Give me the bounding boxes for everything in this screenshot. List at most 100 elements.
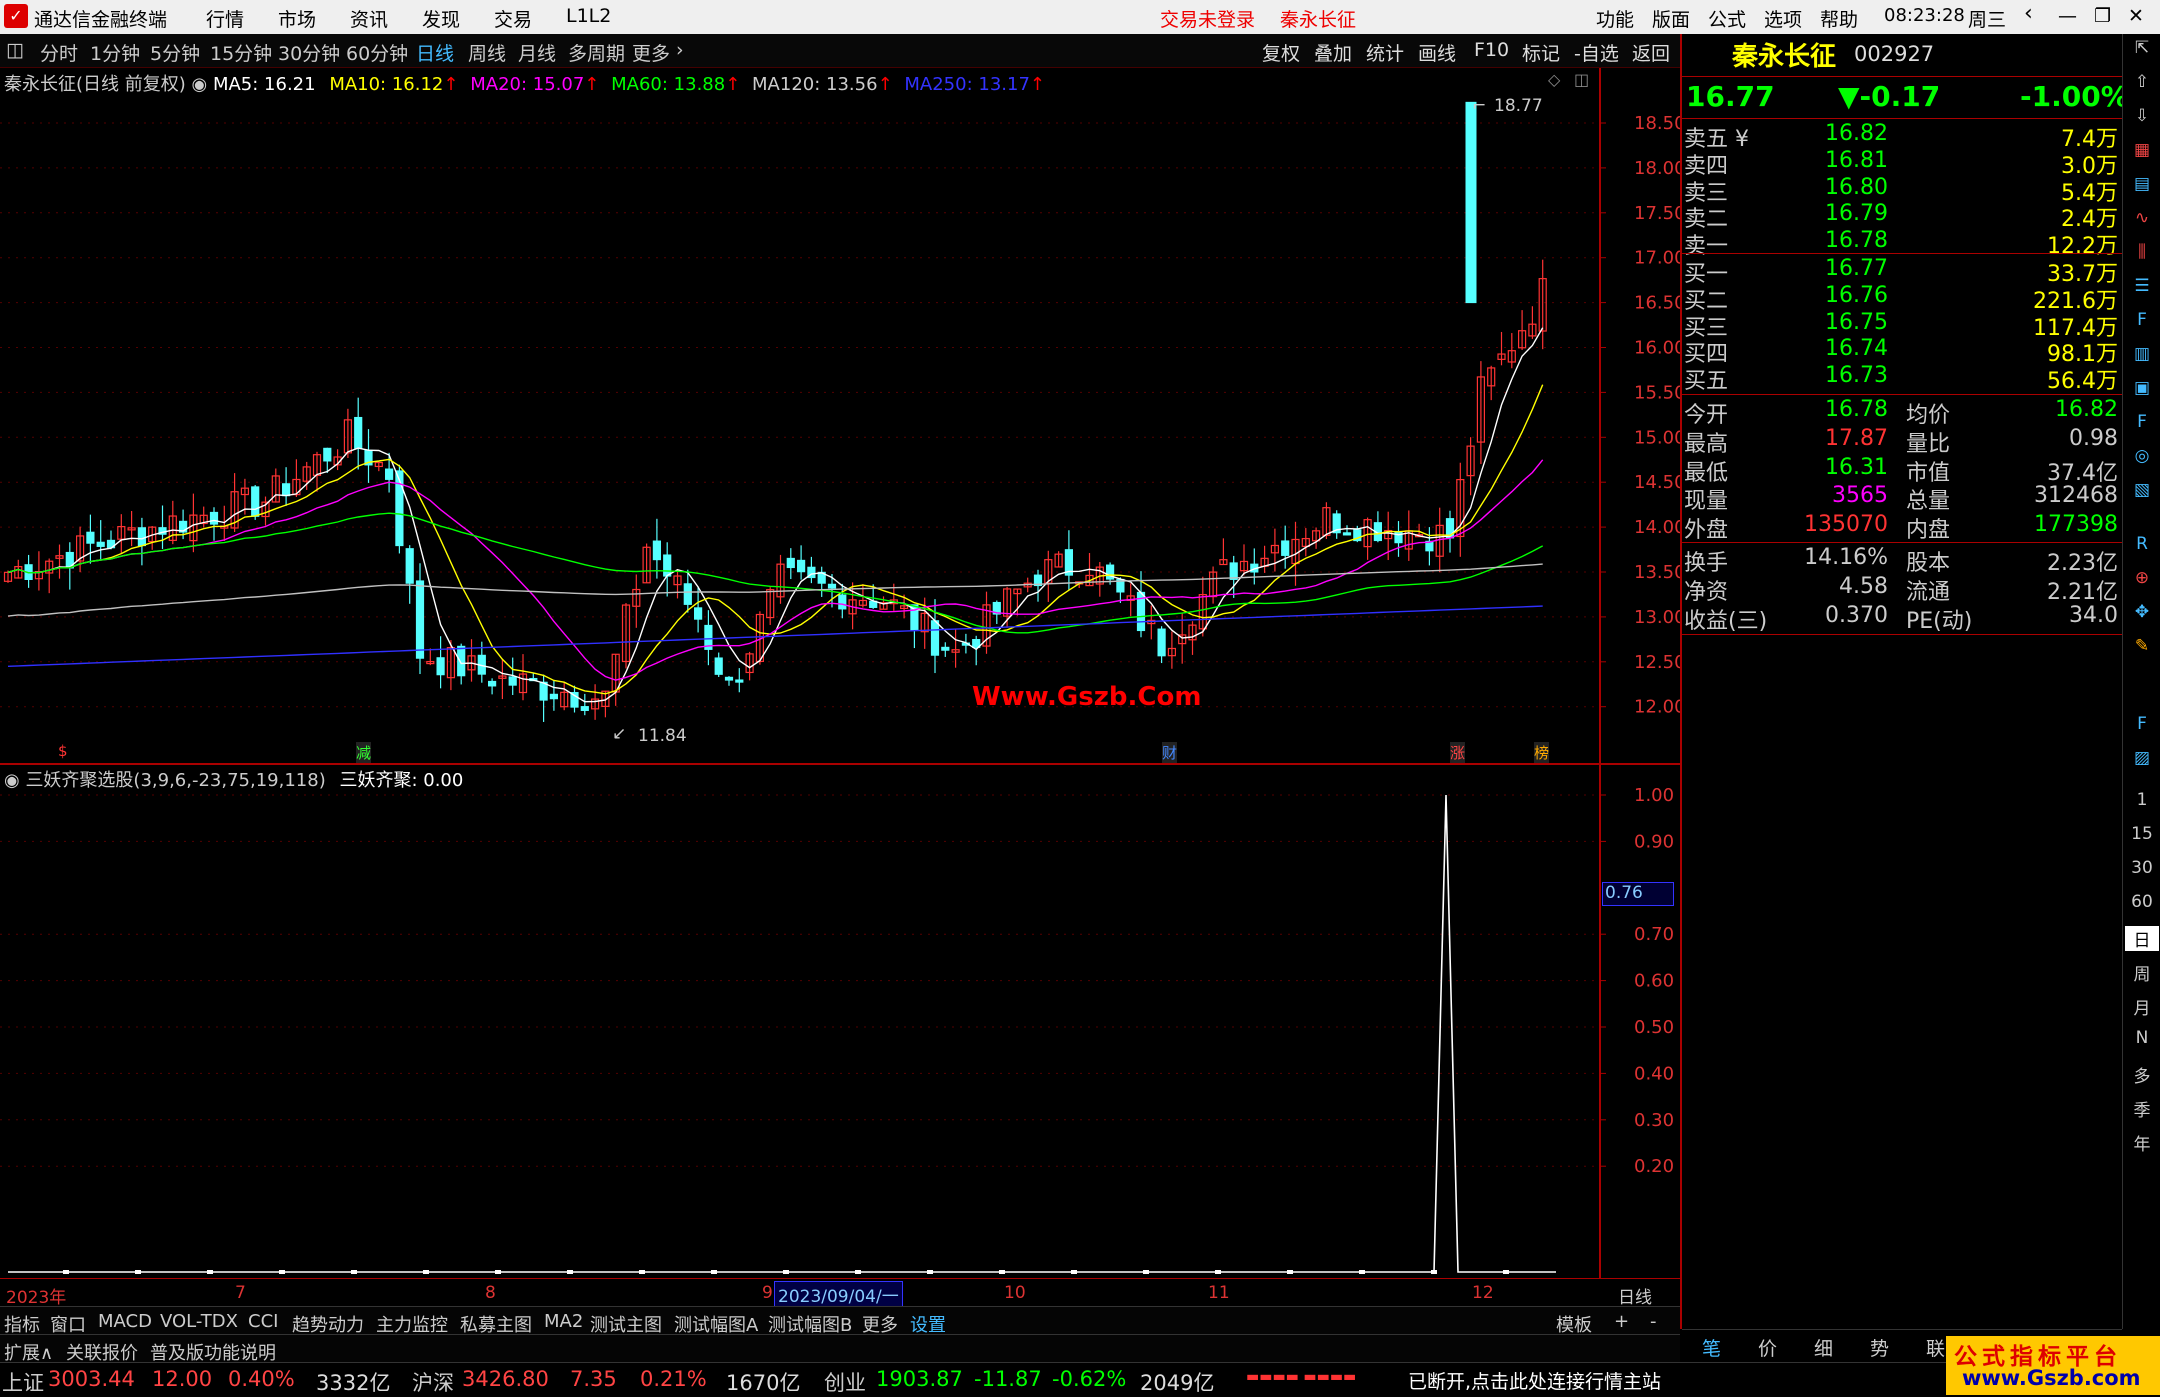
image-icon[interactable]: ▨ — [2125, 748, 2159, 768]
diamond-icon[interactable]: ◇ — [1548, 70, 1560, 89]
period-60min[interactable]: 60分钟 — [346, 39, 408, 66]
menu-banmian[interactable]: 版面 — [1652, 5, 1690, 32]
tab-add[interactable]: + — [1614, 1311, 1629, 1332]
stat-row[interactable]: 现量 3565 总量 312468 — [1682, 483, 2122, 514]
menu-xuanxiang[interactable]: 选项 — [1764, 5, 1802, 32]
line-chart-icon[interactable]: ∿ — [2125, 208, 2159, 228]
arrow-up-left-icon[interactable]: ⇱ — [2125, 38, 2159, 58]
menu-l1l2[interactable]: L1L2 — [566, 5, 611, 27]
rsi-icon[interactable]: R — [2125, 534, 2159, 554]
menu-zixun[interactable]: 资讯 — [350, 5, 388, 32]
side-period-year[interactable]: 年 — [2125, 1130, 2159, 1155]
subtab-jia[interactable]: 价 — [1758, 1334, 1777, 1361]
tool-huaxian[interactable]: 画线 — [1418, 39, 1456, 66]
tool-diejia[interactable]: 叠加 — [1314, 39, 1352, 66]
stat-row[interactable]: 净资 4.58 流通 2.21亿 — [1682, 574, 2122, 605]
event-mark-bang[interactable]: 榜 — [1534, 742, 1550, 763]
side-period-season[interactable]: 季 — [2125, 1096, 2159, 1121]
ask-row[interactable]: 卖三 16.80 5.4万 — [1682, 175, 2122, 206]
index-hs-label[interactable]: 沪深 — [412, 1367, 454, 1397]
tab-cci[interactable]: CCI — [248, 1311, 278, 1332]
chart-icon[interactable]: ▦ — [2125, 140, 2159, 160]
period-monthly[interactable]: 月线 — [518, 39, 556, 66]
side-period-week[interactable]: 周 — [2125, 960, 2159, 985]
bid-row[interactable]: 买一 16.77 33.7万 — [1682, 256, 2122, 287]
tab-macd[interactable]: MACD — [98, 1311, 152, 1332]
move-icon[interactable]: ✥ — [2125, 602, 2159, 622]
ma-toggle-icon[interactable]: ◉ — [192, 74, 213, 95]
stat-row[interactable]: 今开 16.78 均价 16.82 — [1682, 397, 2122, 428]
pencil-icon[interactable]: ✎ — [2125, 636, 2159, 656]
period-1min[interactable]: 1分钟 — [90, 39, 140, 66]
arrow-up-icon[interactable]: ⇧ — [2125, 72, 2159, 92]
candle-icon[interactable]: ⫼ — [2125, 242, 2159, 262]
side-period-multi[interactable]: 多 — [2125, 1062, 2159, 1087]
period-more[interactable]: 更多 — [632, 39, 670, 66]
period-weekly[interactable]: 周线 — [468, 39, 506, 66]
bid-row[interactable]: 买四 16.74 98.1万 — [1682, 336, 2122, 367]
arrow-down-icon[interactable]: ⇩ — [2125, 106, 2159, 126]
period-15min[interactable]: 15分钟 — [210, 39, 272, 66]
tool-fanhui[interactable]: 返回 — [1632, 39, 1670, 66]
table-icon[interactable]: ▥ — [2125, 344, 2159, 364]
panel-icon[interactable]: ◫ — [1574, 70, 1589, 89]
stat-row[interactable]: 最高 17.87 量比 0.98 — [1682, 426, 2122, 457]
event-mark-cai[interactable]: 财 — [1162, 742, 1178, 763]
f2-icon[interactable]: F — [2125, 412, 2159, 432]
target-icon[interactable]: ◎ — [2125, 446, 2159, 466]
layout-toggle-icon[interactable]: ◫ — [6, 39, 24, 61]
tab-remove[interactable]: - — [1650, 1311, 1657, 1332]
kline-canvas[interactable]: 18.50 18.00 17.50 17.00 16.50 16.00 15.50 15.00… — [0, 68, 1680, 765]
bid-row[interactable]: 买三 16.75 117.4万 — [1682, 310, 2122, 341]
event-mark-dollar[interactable]: $ — [58, 742, 68, 760]
bid-row[interactable]: 买二 16.76 221.6万 — [1682, 283, 2122, 314]
period-30min[interactable]: 30分钟 — [278, 39, 340, 66]
close-icon[interactable]: ✕ — [2128, 5, 2144, 27]
list-icon[interactable]: ☰ — [2125, 276, 2159, 296]
kline-chart[interactable]: 18.50 18.00 17.50 17.00 16.50 16.00 15.50 15.00… — [0, 68, 1680, 765]
menu-jiaoyi[interactable]: 交易 — [494, 5, 532, 32]
side-period-month[interactable]: 月 — [2125, 994, 2159, 1019]
minimize-icon[interactable]: — — [2058, 5, 2077, 27]
side-period-1[interactable]: 1 — [2125, 790, 2159, 810]
indicator-toggle-icon[interactable]: ◉ — [4, 770, 25, 791]
menu-faxian[interactable]: 发现 — [422, 5, 460, 32]
side-period-60[interactable]: 60 — [2125, 892, 2159, 912]
book-icon[interactable]: ▧ — [2125, 480, 2159, 500]
login-status[interactable]: 交易未登录 — [1160, 5, 1255, 32]
period-5min[interactable]: 5分钟 — [150, 39, 200, 66]
back-icon[interactable]: ‹ — [2024, 1, 2033, 26]
side-period-30[interactable]: 30 — [2125, 858, 2159, 878]
period-fenshi[interactable]: 分时 — [40, 39, 78, 66]
fs-icon[interactable]: F — [2125, 714, 2159, 734]
side-period-day[interactable]: 日 — [2125, 926, 2159, 951]
rsi-label-icon[interactable]: ⊕ — [2125, 568, 2159, 588]
index-cy-label[interactable]: 创业 — [824, 1367, 866, 1397]
indicator-chart[interactable]: 1.00 0.90 0.70 0.60 0.50 0.40 0.30 0.20 ◉ 三妖齐聚选… — [0, 765, 1680, 1278]
side-period-15[interactable]: 15 — [2125, 824, 2159, 844]
tool-zixuan[interactable]: -自选 — [1574, 39, 1619, 66]
event-mark-zhang[interactable]: 涨 — [1450, 742, 1466, 763]
tab-vol-tdx[interactable]: VOL-TDX — [160, 1311, 238, 1332]
menu-bangzhu[interactable]: 帮助 — [1820, 5, 1858, 32]
ask-row[interactable]: 卖五 ¥16.82 7.4万 — [1682, 121, 2122, 152]
menu-gongshi[interactable]: 公式 — [1708, 5, 1746, 32]
index-sh-label[interactable]: 上证 — [2, 1367, 44, 1397]
stat-row[interactable]: 外盘 135070 内盘 177398 — [1682, 512, 2122, 543]
restore-icon[interactable]: ❐ — [2094, 5, 2111, 27]
ask-row[interactable]: 卖二 16.79 2.4万 — [1682, 201, 2122, 232]
f10-icon[interactable]: F — [2125, 310, 2159, 330]
stat-row[interactable]: 换手 14.16% 股本 2.23亿 — [1682, 545, 2122, 576]
menu-hangqing[interactable]: 行情 — [206, 5, 244, 32]
connection-status[interactable]: 已断开,点击此处连接行情主站 — [1408, 1367, 1661, 1394]
subtab-xi[interactable]: 细 — [1814, 1334, 1833, 1361]
stat-row[interactable]: 收益(三) 0.370 PE(动) 34.0 — [1682, 603, 2122, 634]
tool-tongji[interactable]: 统计 — [1366, 39, 1404, 66]
ask-row[interactable]: 卖一 16.78 12.2万 — [1682, 228, 2122, 259]
indicator-canvas[interactable]: 1.00 0.90 0.70 0.60 0.50 0.40 0.30 0.20 — [0, 765, 1680, 1278]
stat-row[interactable]: 最低 16.31 市值 37.4亿 — [1682, 455, 2122, 486]
subtab-bi[interactable]: 笔 — [1702, 1334, 1721, 1361]
menu-shichang[interactable]: 市场 — [278, 5, 316, 32]
side-period-n[interactable]: N — [2125, 1028, 2159, 1048]
tab-ma2[interactable]: MA2 — [544, 1311, 583, 1332]
